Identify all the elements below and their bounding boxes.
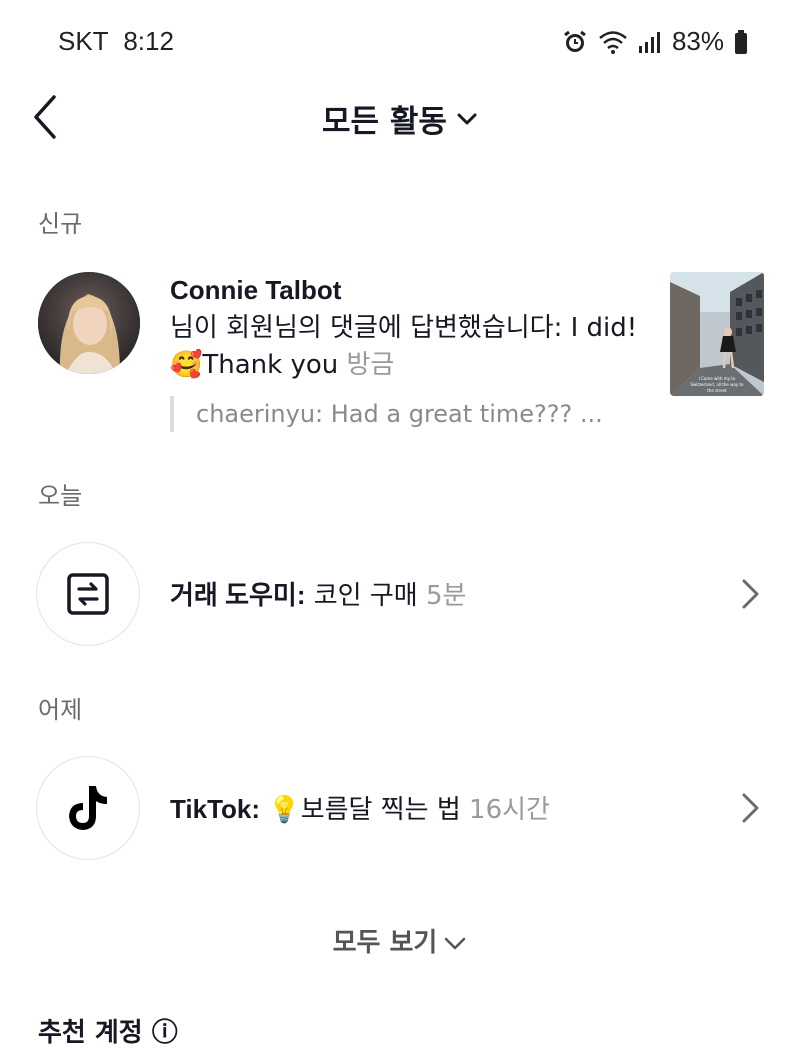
emoji: 💡 — [268, 795, 301, 825]
message-text: 님이 회원님의 댓글에 답변했습니다: I did! — [170, 313, 638, 343]
tiktok-logo-icon — [69, 786, 107, 830]
chevron-right-icon — [742, 579, 759, 609]
username[interactable]: Connie Talbot — [170, 275, 341, 305]
activity-filter-dropdown[interactable]: 모든 활동 — [0, 96, 800, 141]
status-right: 83% — [562, 26, 748, 57]
notification-message: Connie Talbot 님이 회원님의 댓글에 답변했습니다: I did!… — [170, 272, 640, 384]
battery-icon — [734, 29, 748, 55]
emoji: 🥰 — [170, 350, 203, 380]
carrier-label: SKT — [58, 26, 109, 56]
chevron-down-icon — [445, 937, 466, 949]
svg-text:the street: the street — [707, 388, 727, 393]
page-title: 모든 활동 — [322, 104, 447, 140]
quoted-comment: chaerinyu: Had a great time??? ... — [170, 396, 603, 432]
signal-icon — [638, 30, 662, 54]
sender-name: TikTok: — [170, 794, 261, 824]
tiktok-notification[interactable]: TikTok: 💡보름달 찍는 법 16시간 — [0, 756, 800, 864]
see-all-label: 모두 보기 — [332, 928, 438, 958]
alarm-icon — [562, 29, 588, 55]
battery-percent: 83% — [671, 26, 724, 56]
tiktok-avatar — [36, 756, 140, 860]
clock-label: 8:12 — [123, 26, 174, 56]
avatar[interactable] — [38, 272, 140, 374]
timestamp: 5분 — [425, 581, 467, 611]
trade-helper-avatar — [36, 542, 140, 646]
section-label-new: 신규 — [38, 210, 83, 238]
timestamp: 16시간 — [469, 795, 550, 825]
sender-name: 거래 도우미: — [170, 580, 306, 610]
section-label-yesterday: 어제 — [38, 696, 83, 724]
message-text: 보름달 찍는 법 — [300, 795, 461, 825]
svg-text:Switzerland, all the way to: Switzerland, all the way to — [690, 382, 744, 387]
wifi-icon — [598, 29, 628, 55]
chevron-down-icon — [457, 113, 477, 124]
status-bar: SKT 8:12 83% — [0, 0, 800, 84]
reply-notification[interactable]: Connie Talbot 님이 회원님의 댓글에 답변했습니다: I did!… — [0, 272, 800, 442]
exchange-icon — [67, 573, 109, 615]
video-thumbnail[interactable]: I Came with my to Switzerland, all the w… — [670, 272, 764, 396]
see-all-button[interactable]: 모두 보기 — [0, 922, 800, 959]
tiktok-message: TikTok: 💡보름달 찍는 법 16시간 — [170, 792, 550, 827]
trade-helper-notification[interactable]: 거래 도우미: 코인 구매 5분 — [0, 542, 800, 650]
message-text: 코인 구매 — [313, 581, 418, 611]
status-left: SKT 8:12 — [58, 26, 174, 57]
trade-helper-message: 거래 도우미: 코인 구매 5분 — [170, 578, 466, 613]
chevron-right-icon — [742, 793, 759, 823]
suggested-accounts-heading: 추천 계정 ⓘ — [38, 1018, 178, 1048]
timestamp: 방금 — [346, 350, 395, 380]
section-label-today: 오늘 — [38, 482, 83, 510]
header: 모든 활동 — [0, 84, 800, 154]
message-text-end: Thank you — [202, 350, 339, 380]
svg-text:I Came with my to: I Came with my to — [699, 376, 736, 381]
